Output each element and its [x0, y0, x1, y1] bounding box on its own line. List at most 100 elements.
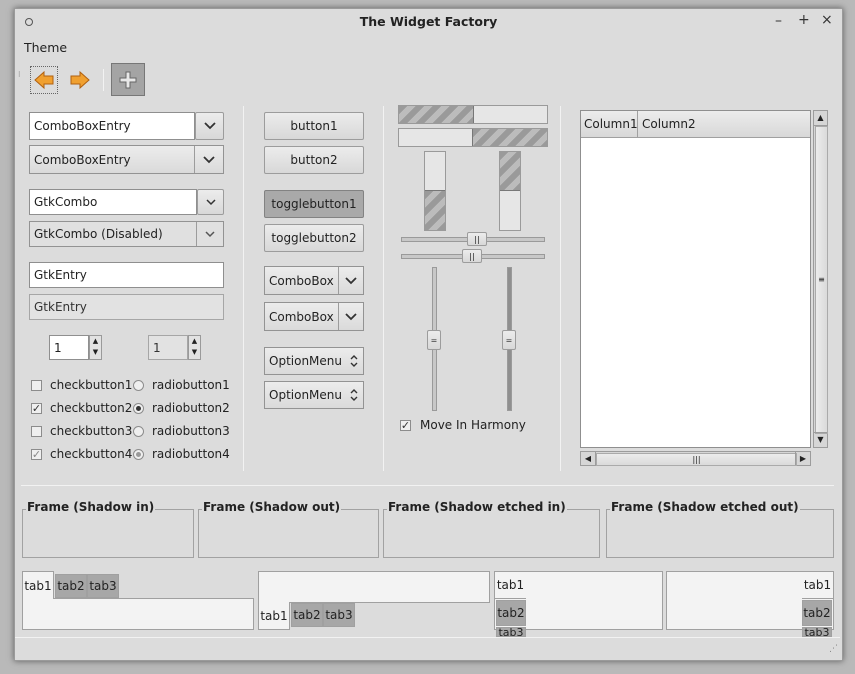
- gtkcombo-disabled: GtkCombo (Disabled): [29, 221, 224, 247]
- radiobutton2-circle[interactable]: [133, 403, 144, 414]
- spin-button-2[interactable]: 1: [148, 335, 188, 360]
- optionmenu-1-text: OptionMenu: [269, 354, 342, 368]
- tree-column-header-2[interactable]: Column2: [639, 111, 789, 137]
- notebook-right-tab1[interactable]: tab1: [802, 571, 834, 599]
- move-in-harmony-label[interactable]: Move In Harmony: [420, 418, 526, 432]
- checkbutton1-box[interactable]: [31, 380, 42, 391]
- tree-view[interactable]: Column1 Column2: [580, 110, 811, 448]
- statusbar: [15, 639, 840, 659]
- combobox-entry-2-dropdown[interactable]: [194, 146, 223, 173]
- gtkcombo-entry[interactable]: GtkCombo: [29, 189, 197, 215]
- vscale-1-slider[interactable]: =: [427, 330, 441, 350]
- forward-button[interactable]: [66, 66, 94, 94]
- close-icon[interactable]: ×: [821, 12, 833, 28]
- move-in-harmony-check[interactable]: ✓: [400, 420, 411, 431]
- back-button[interactable]: [30, 66, 58, 94]
- notebook-bottom-tab1[interactable]: tab1: [258, 602, 290, 630]
- optionmenu-1-arrows: [344, 348, 363, 374]
- tree-column-header-1[interactable]: Column1: [581, 111, 638, 137]
- combobox-1-arrow: [338, 267, 363, 294]
- checkbutton4-label[interactable]: checkbutton4: [50, 447, 132, 461]
- scroll-down-icon[interactable]: ▼: [814, 432, 827, 447]
- combobox-entry-2[interactable]: ComboBoxEntry: [29, 145, 224, 174]
- window-title: The Widget Factory: [359, 14, 498, 29]
- gtk-entry-1[interactable]: GtkEntry: [29, 262, 224, 288]
- maximize-icon[interactable]: +: [798, 12, 810, 28]
- updown-arrows-icon: [350, 355, 357, 367]
- combobox-entry-1[interactable]: ComboBoxEntry: [29, 112, 195, 140]
- spin-button-1[interactable]: 1: [49, 335, 89, 360]
- spin-up-icon[interactable]: ▲: [189, 336, 200, 347]
- radiobutton4-circle[interactable]: [133, 449, 144, 460]
- progress-bar-horizontal-2: [398, 128, 548, 147]
- notebook-left-tab2[interactable]: tab2: [496, 600, 526, 626]
- notebook-right-tab2[interactable]: tab2: [802, 600, 832, 626]
- optionmenu-1[interactable]: OptionMenu: [264, 347, 364, 375]
- column-separator-3: [560, 106, 561, 471]
- scroll-right-icon[interactable]: ▶: [795, 452, 810, 465]
- column-separator-1: [243, 106, 244, 471]
- toolbar-grip-icon[interactable]: ⁝: [18, 71, 21, 79]
- gtk-entry-2[interactable]: GtkEntry: [29, 294, 224, 320]
- notebook-bottom-tab2[interactable]: tab2: [291, 603, 323, 627]
- checkbutton2-box[interactable]: ✓: [31, 403, 42, 414]
- vscrollbar-thumb[interactable]: ≡: [815, 126, 828, 434]
- combobox-2-arrow: [338, 303, 363, 330]
- togglebutton1[interactable]: togglebutton1: [264, 190, 364, 218]
- checkbutton3-label[interactable]: checkbutton3: [50, 424, 132, 438]
- optionmenu-2-arrows: [344, 382, 363, 408]
- combobox-1[interactable]: ComboBox: [264, 266, 364, 295]
- hscale-2-slider[interactable]: ||: [462, 249, 482, 263]
- radiobutton3-circle[interactable]: [133, 426, 144, 437]
- checkbutton4-box[interactable]: ✓: [31, 449, 42, 460]
- frame-shadow-etched-out: [606, 509, 834, 558]
- notebook-left-tab1[interactable]: tab1: [494, 571, 526, 599]
- chevron-down-icon: [345, 276, 357, 284]
- frame-shadow-in-label: Frame (Shadow in): [26, 500, 156, 514]
- statusbar-separator: [15, 637, 840, 638]
- scroll-left-icon[interactable]: ◀: [581, 452, 596, 465]
- frame-shadow-out-label: Frame (Shadow out): [202, 500, 342, 514]
- togglebutton2[interactable]: togglebutton2: [264, 224, 364, 252]
- hscale-1-slider[interactable]: ||: [467, 232, 487, 246]
- chevron-down-icon: [203, 155, 215, 163]
- notebook-bottom-tab3[interactable]: tab3: [323, 603, 355, 627]
- radiobutton4-label[interactable]: radiobutton4: [152, 447, 230, 461]
- notebook-bottom-page: [258, 571, 490, 603]
- chevron-down-icon: [345, 312, 357, 320]
- checkbutton2-label[interactable]: checkbutton2: [50, 401, 132, 415]
- resize-grip-icon[interactable]: ⋰: [829, 645, 838, 654]
- checkbutton3-box[interactable]: [31, 426, 42, 437]
- notebook-left-tab3[interactable]: tab3: [496, 627, 526, 637]
- add-button[interactable]: [111, 63, 145, 96]
- checkbutton1-label[interactable]: checkbutton1: [50, 378, 132, 392]
- vscale-2-slider[interactable]: =: [502, 330, 516, 350]
- notebook-top-tab1[interactable]: tab1: [22, 571, 54, 599]
- radiobutton2-label[interactable]: radiobutton2: [152, 401, 230, 415]
- tree-vscrollbar[interactable]: ▲ ≡ ▼: [813, 110, 828, 448]
- combobox-2[interactable]: ComboBox: [264, 302, 364, 331]
- toolbar-separator: [103, 69, 104, 91]
- optionmenu-2[interactable]: OptionMenu: [264, 381, 364, 409]
- combobox-entry-1-dropdown[interactable]: [195, 112, 224, 140]
- spin-down-icon[interactable]: ▼: [189, 347, 200, 358]
- gtkcombo-dropdown[interactable]: [197, 189, 224, 215]
- progress-bar-vertical-2: [499, 151, 521, 231]
- notebook-top-tab2[interactable]: tab2: [55, 574, 87, 598]
- minimize-icon[interactable]: –: [775, 13, 782, 29]
- radiobutton1-circle[interactable]: [133, 380, 144, 391]
- scroll-up-icon[interactable]: ▲: [814, 111, 827, 126]
- spin-up-icon[interactable]: ▲: [90, 336, 101, 347]
- spin-down-icon[interactable]: ▼: [90, 347, 101, 358]
- notebook-right-tab3[interactable]: tab3: [802, 627, 832, 637]
- radiobutton3-label[interactable]: radiobutton3: [152, 424, 230, 438]
- hscrollbar-thumb[interactable]: |||: [596, 453, 797, 466]
- spin-button-1-arrows[interactable]: ▲ ▼: [89, 335, 102, 360]
- button2[interactable]: button2: [264, 146, 364, 174]
- notebook-top-tab3[interactable]: tab3: [87, 574, 119, 598]
- menu-theme[interactable]: Theme: [24, 40, 67, 55]
- button1[interactable]: button1: [264, 112, 364, 140]
- spin-button-2-arrows[interactable]: ▲ ▼: [188, 335, 201, 360]
- tree-hscrollbar[interactable]: ◀ ||| ▶: [580, 451, 811, 466]
- radiobutton1-label[interactable]: radiobutton1: [152, 378, 230, 392]
